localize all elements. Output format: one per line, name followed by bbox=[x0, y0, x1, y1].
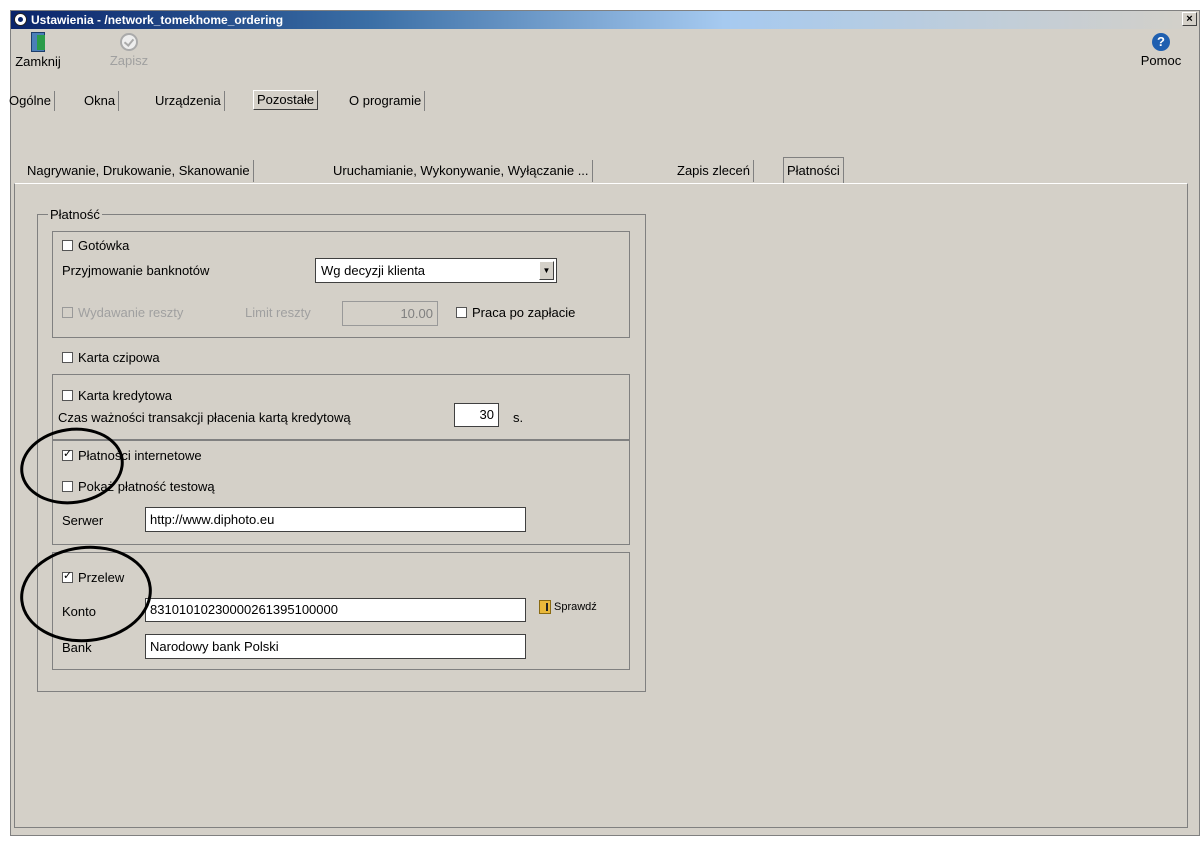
change-checkbox[interactable]: Wydawanie reszty bbox=[62, 305, 183, 320]
tab-windows[interactable]: Okna bbox=[81, 91, 120, 111]
timeout-unit-label: s. bbox=[513, 410, 524, 425]
credit-card-timeout-label: Czas ważności transakcji płacenia kartą … bbox=[58, 410, 351, 425]
tab-order-saving[interactable]: Zapis zleceń bbox=[674, 160, 754, 182]
save-check-icon bbox=[120, 33, 138, 51]
save-button[interactable]: Zapisz bbox=[106, 32, 152, 68]
close-window-button[interactable]: × bbox=[1182, 12, 1197, 26]
chip-card-checkbox[interactable]: Karta czipowa bbox=[62, 350, 160, 365]
close-button[interactable]: Zamknij bbox=[14, 32, 62, 69]
cash-label: Gotówka bbox=[78, 238, 130, 253]
change-limit-label: Limit reszty bbox=[245, 305, 311, 320]
help-button[interactable]: ? Pomoc bbox=[1133, 32, 1189, 68]
app-icon bbox=[14, 13, 27, 26]
chip-card-label: Karta czipowa bbox=[78, 350, 160, 365]
payment-legend: Płatność bbox=[48, 207, 102, 222]
check-account-button[interactable]: Sprawdź bbox=[539, 600, 597, 614]
test-payment-box[interactable] bbox=[62, 481, 73, 492]
credit-card-label: Karta kredytowa bbox=[78, 388, 172, 403]
door-exit-icon bbox=[29, 32, 47, 52]
credit-card-checkbox[interactable]: Karta kredytowa bbox=[62, 388, 172, 403]
chip-card-box[interactable] bbox=[62, 352, 73, 363]
change-limit-field[interactable]: 10.00 bbox=[342, 301, 438, 326]
title-bar: Ustawienia - /network_tomekhome_ordering… bbox=[11, 11, 1199, 29]
cash-section bbox=[52, 231, 630, 338]
tab-payments[interactable]: Płatności bbox=[783, 157, 844, 183]
banknotes-select[interactable]: Wg decyzji klienta ▼ bbox=[315, 258, 557, 283]
transfer-box[interactable] bbox=[62, 569, 73, 583]
bank-field[interactable]: Narodowy bank Polski bbox=[145, 634, 526, 659]
tab-general[interactable]: Ogólne bbox=[6, 91, 55, 111]
test-payment-label: Pokaż płatność testową bbox=[78, 479, 215, 494]
tab-recording-printing-scanning[interactable]: Nagrywanie, Drukowanie, Skanowanie bbox=[24, 160, 254, 182]
change-checkbox-box[interactable] bbox=[62, 307, 73, 318]
internet-payments-box[interactable] bbox=[62, 447, 73, 461]
bank-label: Bank bbox=[62, 640, 92, 655]
credit-card-box[interactable] bbox=[62, 390, 73, 401]
internet-payments-checkbox[interactable]: Płatności internetowe bbox=[62, 447, 202, 463]
banknotes-selected-value: Wg decyzji klienta bbox=[321, 263, 426, 278]
save-button-label: Zapisz bbox=[109, 53, 149, 68]
work-after-payment-checkbox[interactable]: Praca po zapłacie bbox=[456, 305, 575, 320]
tab-devices[interactable]: Urządzenia bbox=[152, 91, 225, 111]
server-field[interactable]: http://www.diphoto.eu bbox=[145, 507, 526, 532]
work-after-payment-label: Praca po zapłacie bbox=[472, 305, 576, 320]
cash-checkbox[interactable]: Gotówka bbox=[62, 238, 129, 253]
window-title: Ustawienia - /network_tomekhome_ordering bbox=[31, 13, 284, 27]
credit-card-section bbox=[52, 374, 630, 440]
account-field[interactable]: 83101010230000261395100000 bbox=[145, 598, 526, 622]
cash-checkbox-box[interactable] bbox=[62, 240, 73, 251]
server-label: Serwer bbox=[62, 513, 104, 528]
chevron-down-icon[interactable]: ▼ bbox=[539, 261, 554, 280]
book-icon bbox=[539, 600, 551, 614]
transfer-checkbox[interactable]: Przelew bbox=[62, 569, 125, 585]
help-icon: ? bbox=[1152, 33, 1170, 51]
change-label: Wydawanie reszty bbox=[78, 305, 184, 320]
transfer-label: Przelew bbox=[78, 570, 125, 585]
check-account-label: Sprawdź bbox=[554, 601, 597, 613]
account-label: Konto bbox=[62, 604, 96, 619]
tab-about[interactable]: O programie bbox=[346, 91, 426, 111]
close-button-label: Zamknij bbox=[15, 54, 61, 69]
tab-running-executing-shutdown[interactable]: Uruchamianie, Wykonywanie, Wyłączanie ..… bbox=[330, 160, 593, 182]
credit-card-timeout-field[interactable]: 30 bbox=[454, 403, 499, 427]
internet-payments-label: Płatności internetowe bbox=[78, 448, 202, 463]
test-payment-checkbox[interactable]: Pokaż płatność testową bbox=[62, 479, 215, 494]
help-button-label: Pomoc bbox=[1140, 53, 1182, 68]
work-after-payment-box[interactable] bbox=[456, 307, 467, 318]
tab-other[interactable]: Pozostałe bbox=[253, 90, 319, 110]
banknotes-label: Przyjmowanie banknotów bbox=[62, 263, 210, 278]
